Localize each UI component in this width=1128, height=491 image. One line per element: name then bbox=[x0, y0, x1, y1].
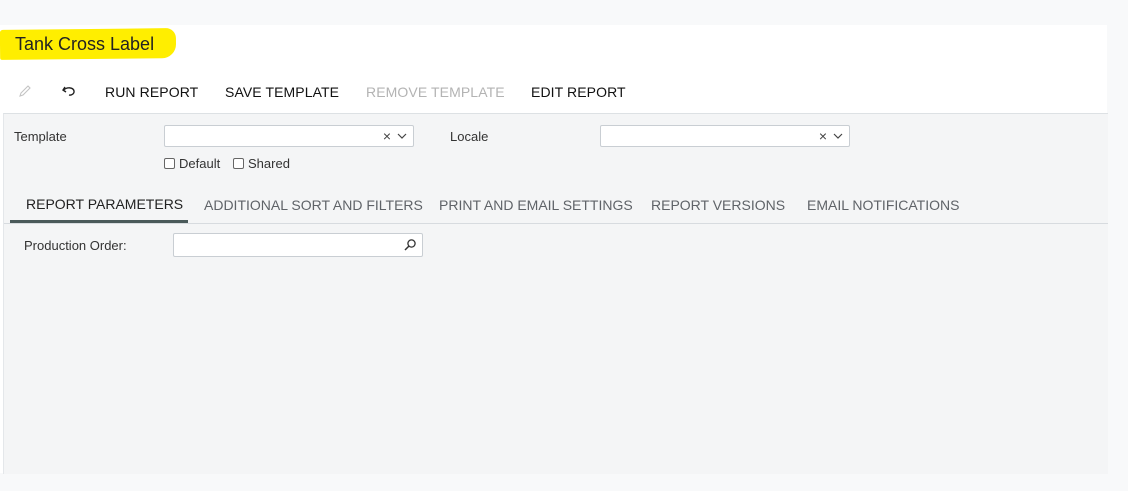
form-area: Template × Default Shared Locale × REPOR… bbox=[3, 113, 1108, 474]
locale-label: Locale bbox=[450, 129, 489, 144]
report-page: Tank Cross Label RUN REPORT SAVE TEMPLAT… bbox=[0, 25, 1108, 474]
tab-report-versions[interactable]: REPORT VERSIONS bbox=[651, 197, 785, 213]
chevron-down-icon[interactable] bbox=[833, 129, 843, 147]
production-order-input[interactable] bbox=[173, 233, 423, 257]
remove-template-button[interactable]: REMOVE TEMPLATE bbox=[366, 84, 505, 100]
locale-select[interactable]: × bbox=[600, 125, 850, 147]
toolbar: RUN REPORT SAVE TEMPLATE REMOVE TEMPLATE… bbox=[0, 77, 1107, 109]
tab-report-parameters[interactable]: REPORT PARAMETERS bbox=[26, 196, 183, 212]
tab-email-notifications[interactable]: EMAIL NOTIFICATIONS bbox=[807, 197, 959, 213]
template-label: Template bbox=[14, 129, 67, 144]
tab-print-and-email-settings[interactable]: PRINT AND EMAIL SETTINGS bbox=[439, 197, 633, 213]
default-checkbox[interactable]: Default bbox=[164, 156, 220, 171]
template-select[interactable]: × bbox=[164, 125, 414, 147]
shared-checkbox-box[interactable] bbox=[233, 158, 244, 169]
production-order-label: Production Order: bbox=[24, 238, 127, 253]
tab-bar: REPORT PARAMETERS ADDITIONAL SORT AND FI… bbox=[4, 180, 1108, 224]
save-template-button[interactable]: SAVE TEMPLATE bbox=[225, 84, 339, 100]
shared-checkbox[interactable]: Shared bbox=[233, 156, 290, 171]
edit-report-button[interactable]: EDIT REPORT bbox=[531, 84, 626, 100]
active-tab-indicator bbox=[10, 220, 188, 223]
shared-checkbox-label: Shared bbox=[248, 156, 290, 171]
title-area: Tank Cross Label bbox=[0, 25, 200, 65]
tab-additional-sort-and-filters[interactable]: ADDITIONAL SORT AND FILTERS bbox=[204, 197, 423, 213]
clear-icon[interactable]: × bbox=[383, 128, 391, 144]
chevron-down-icon[interactable] bbox=[397, 129, 407, 147]
default-checkbox-box[interactable] bbox=[164, 158, 175, 169]
page-title: Tank Cross Label bbox=[15, 34, 155, 54]
clear-icon[interactable]: × bbox=[819, 128, 827, 144]
search-icon[interactable] bbox=[403, 238, 417, 257]
pencil-icon[interactable] bbox=[15, 81, 35, 101]
undo-icon[interactable] bbox=[59, 81, 79, 101]
default-checkbox-label: Default bbox=[179, 156, 221, 171]
run-report-button[interactable]: RUN REPORT bbox=[105, 84, 198, 100]
